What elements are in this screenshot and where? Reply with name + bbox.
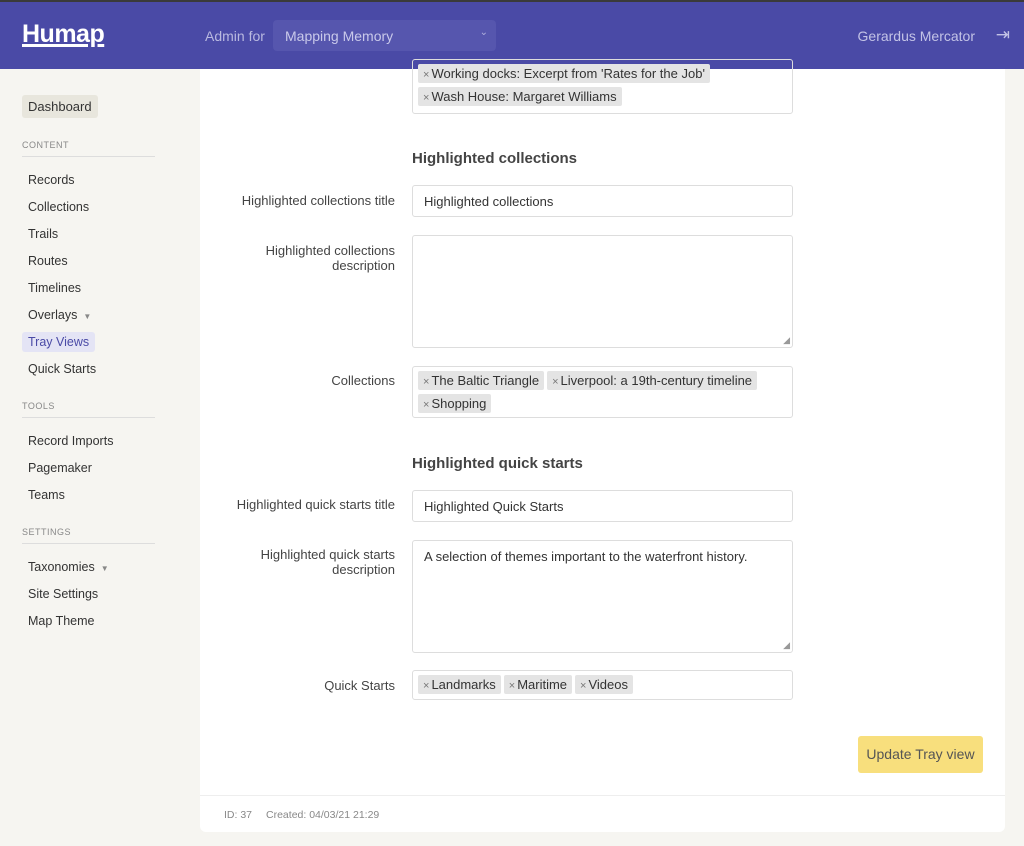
- remove-icon[interactable]: ×: [423, 376, 429, 388]
- quick-starts-label: Quick Starts: [324, 678, 395, 693]
- remove-icon[interactable]: ×: [552, 376, 558, 388]
- sidebar-item-tray-views[interactable]: Tray Views: [22, 332, 96, 352]
- quick-starts-title-label: Highlighted quick starts title: [236, 497, 395, 512]
- collections-label: Collections: [331, 373, 395, 388]
- remove-icon[interactable]: ×: [509, 680, 515, 692]
- tag[interactable]: × Liverpool: a 19th-century timeline: [547, 371, 758, 390]
- section-settings: SETTINGS: [22, 527, 155, 544]
- sidebar-item-timelines[interactable]: Timelines: [22, 278, 87, 298]
- sidebar-item-pagemaker[interactable]: Pagemaker: [22, 458, 98, 478]
- quick-starts-description-label: Highlighted quick starts description: [260, 547, 395, 577]
- collections-description-label: Highlighted collections description: [265, 243, 395, 273]
- resize-handle-icon[interactable]: ◢: [783, 335, 790, 346]
- remove-icon[interactable]: ×: [423, 69, 429, 81]
- caret-down-icon: ▼: [83, 312, 92, 321]
- sidebar-item-teams[interactable]: Teams: [22, 485, 71, 505]
- collections-heading: Highlighted collections: [412, 150, 578, 167]
- chevron-down-icon: ⌄: [479, 27, 488, 38]
- logout-icon[interactable]: ⇥: [996, 25, 1010, 45]
- project-select-value: Mapping Memory: [285, 28, 394, 44]
- sidebar-item-dashboard[interactable]: Dashboard: [22, 95, 98, 118]
- sidebar-item-routes[interactable]: Routes: [22, 251, 74, 271]
- sidebar-item-records[interactable]: Records: [22, 170, 81, 190]
- resize-handle-icon[interactable]: ◢: [783, 640, 790, 651]
- sidebar-item-map-theme[interactable]: Map Theme: [22, 611, 100, 631]
- sidebar-item-trails[interactable]: Trails: [22, 224, 64, 244]
- update-tray-view-button[interactable]: Update Tray view: [858, 736, 983, 773]
- sidebar-item-site-settings[interactable]: Site Settings: [22, 584, 104, 604]
- quick-starts-tag-input[interactable]: × Landmarks × Maritime × Videos: [412, 670, 793, 700]
- tag[interactable]: × Maritime: [503, 675, 573, 694]
- sidebar-item-taxonomies[interactable]: Taxonomies ▼: [22, 557, 115, 577]
- sidebar-item-quick-starts[interactable]: Quick Starts: [22, 359, 102, 379]
- remove-icon[interactable]: ×: [423, 92, 429, 104]
- remove-icon[interactable]: ×: [423, 680, 429, 692]
- section-content: CONTENT: [22, 140, 155, 157]
- tag[interactable]: × Videos: [575, 675, 633, 694]
- remove-icon[interactable]: ×: [423, 399, 429, 411]
- quick-starts-title-input[interactable]: Highlighted Quick Starts: [412, 490, 793, 522]
- taxonomies-label: Taxonomies: [28, 560, 95, 574]
- collections-tag-input[interactable]: × The Baltic Triangle × Liverpool: a 19th-c…: [412, 366, 793, 418]
- tag[interactable]: × Wash House: Margaret Williams: [418, 87, 622, 106]
- user-name[interactable]: Gerardus Mercator: [858, 28, 975, 44]
- quick-starts-heading: Highlighted quick starts: [412, 455, 583, 472]
- remove-icon[interactable]: ×: [580, 680, 586, 692]
- records-tag-input[interactable]: × Working docks: Excerpt from 'Rates for …: [412, 59, 793, 114]
- project-select[interactable]: Mapping Memory ⌄: [273, 20, 496, 51]
- tag[interactable]: × The Baltic Triangle: [418, 371, 545, 390]
- record-footer: ID: 37 Created: 04/03/21 21:29: [200, 795, 1005, 834]
- collections-title-label: Highlighted collections title: [241, 193, 395, 208]
- humap-logo[interactable]: Humap: [22, 20, 105, 49]
- created-date: Created: 04/03/21 21:29: [266, 809, 380, 821]
- record-id: ID: 37: [224, 809, 253, 821]
- tag[interactable]: × Landmarks: [418, 675, 501, 694]
- collections-description-textarea[interactable]: ◢: [412, 235, 793, 348]
- caret-down-icon: ▼: [100, 564, 109, 573]
- collections-title-input[interactable]: Highlighted collections: [412, 185, 793, 217]
- section-tools: TOOLS: [22, 401, 155, 418]
- tag[interactable]: × Working docks: Excerpt from 'Rates for …: [418, 64, 710, 83]
- sidebar-item-overlays[interactable]: Overlays ▼: [22, 305, 97, 325]
- sidebar-item-record-imports[interactable]: Record Imports: [22, 431, 119, 451]
- tray-view-form: × Working docks: Excerpt from 'Rates for …: [200, 59, 1005, 834]
- tag[interactable]: × Shopping: [418, 394, 492, 413]
- sidebar-item-collections[interactable]: Collections: [22, 197, 95, 217]
- quick-starts-description-textarea[interactable]: A selection of themes important to the w…: [412, 540, 793, 653]
- admin-for-label: Admin for: [205, 28, 265, 44]
- overlays-label: Overlays: [28, 308, 78, 322]
